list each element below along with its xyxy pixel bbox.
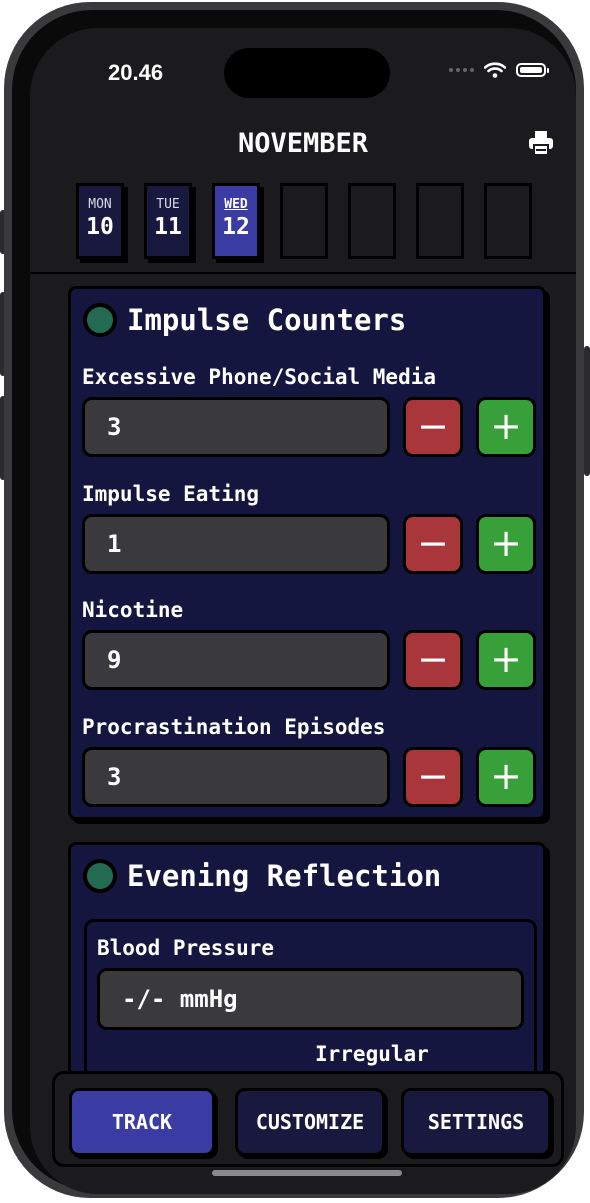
divider <box>30 272 576 274</box>
day-empty <box>280 183 328 259</box>
counter-label: Procrastination Episodes <box>82 715 386 739</box>
month-title: NOVEMBER <box>237 128 369 159</box>
day-wed[interactable]: WED 12 <box>212 183 260 259</box>
decrement-button[interactable]: − <box>403 514 463 574</box>
counter-label: Impulse Eating <box>82 482 260 506</box>
irregular-label: Irregular <box>315 1042 429 1066</box>
counter-value-field[interactable]: 3 <box>82 397 390 457</box>
day-empty <box>416 183 464 259</box>
counter-value-field[interactable]: 1 <box>82 514 390 574</box>
day-number: 12 <box>222 214 250 240</box>
blood-pressure-field[interactable]: -/- mmHg <box>97 968 524 1030</box>
day-empty <box>348 183 396 259</box>
signal-icon <box>449 68 474 72</box>
card-title: Evening Reflection <box>127 859 442 893</box>
phone-bezel: 20.46 NOVEMBER MON 10 TUE 11 WED 12 Impu… <box>12 10 576 1194</box>
power-button <box>584 346 590 476</box>
status-time: 20.46 <box>108 60 164 85</box>
card-header: Impulse Counters <box>83 303 406 337</box>
status-icons <box>449 62 549 78</box>
status-indicator <box>83 859 117 893</box>
blood-pressure-panel: Blood Pressure -/- mmHg Irregular <box>84 919 537 1089</box>
day-name: WED <box>224 197 248 212</box>
dynamic-island <box>224 48 390 98</box>
decrement-button[interactable]: − <box>403 630 463 690</box>
wifi-icon <box>484 62 506 78</box>
day-empty <box>484 183 532 259</box>
tab-settings[interactable]: SETTINGS <box>401 1088 551 1156</box>
day-mon[interactable]: MON 10 <box>76 183 124 259</box>
status-indicator <box>83 303 117 337</box>
day-name: MON <box>88 197 112 212</box>
impulse-counters-card: Impulse Counters Excessive Phone/Social … <box>68 286 546 820</box>
blood-pressure-label: Blood Pressure <box>97 936 275 960</box>
increment-button[interactable]: + <box>476 514 536 574</box>
counter-label: Nicotine <box>82 598 184 622</box>
increment-button[interactable]: + <box>476 747 536 807</box>
card-title: Impulse Counters <box>127 303 407 337</box>
battery-icon <box>516 63 549 77</box>
decrement-button[interactable]: − <box>403 747 463 807</box>
phone-frame: 20.46 NOVEMBER MON 10 TUE 11 WED 12 Impu… <box>4 2 584 1198</box>
print-icon[interactable] <box>528 130 554 156</box>
home-indicator[interactable] <box>212 1170 402 1176</box>
tab-track[interactable]: TRACK <box>69 1088 215 1156</box>
increment-button[interactable]: + <box>476 630 536 690</box>
counter-label: Excessive Phone/Social Media <box>82 365 437 389</box>
counter-value-field[interactable]: 9 <box>82 630 390 690</box>
day-name: TUE <box>156 197 180 212</box>
decrement-button[interactable]: − <box>403 397 463 457</box>
counter-value-field[interactable]: 3 <box>82 747 390 807</box>
week-strip: MON 10 TUE 11 WED 12 <box>76 183 560 265</box>
day-tue[interactable]: TUE 11 <box>144 183 192 259</box>
card-header: Evening Reflection <box>83 859 441 893</box>
increment-button[interactable]: + <box>476 397 536 457</box>
day-number: 11 <box>154 214 182 240</box>
tab-customize[interactable]: CUSTOMIZE <box>235 1088 385 1156</box>
bottom-tab-bar: TRACK CUSTOMIZE SETTINGS <box>52 1071 564 1167</box>
screen: 20.46 NOVEMBER MON 10 TUE 11 WED 12 Impu… <box>30 28 576 1194</box>
day-number: 10 <box>86 214 114 240</box>
